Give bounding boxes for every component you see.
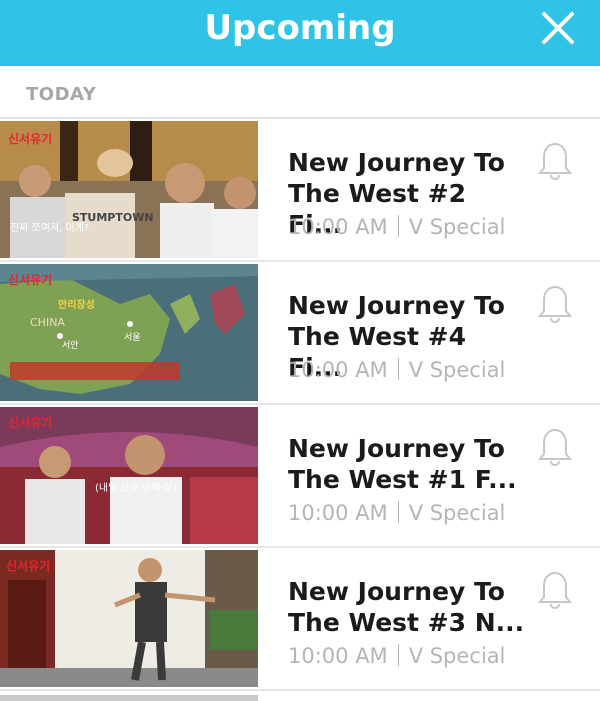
episode-list: 신서유기 STUMPTOWN 진짜 쪼여져, 이게? New Journey T… [0,119,600,691]
section-label-today: TODAY [26,84,97,105]
thumb-caption: (내일 오래 안뻑 살) [95,482,177,494]
close-icon [542,12,574,44]
reminder-button[interactable] [537,284,573,324]
bell-icon [537,285,573,324]
episode-meta: 10:00 AM V Special [288,215,505,239]
episode-thumbnail[interactable]: 신서유기 [0,550,258,687]
next-thumbnail-partial [0,695,258,701]
episode-channel: V Special [408,644,506,668]
episode-time: 10:00 AM [288,358,388,382]
episode-thumbnail[interactable]: 신서유기 (내일 오래 안뻑 살) [0,407,258,544]
episode-title-line1: New Journey To [288,291,505,320]
episode-title-line2: The West #3 N... [288,608,525,637]
thumb-map-banner: 만리장성 [58,298,95,311]
episode-time: 10:00 AM [288,644,388,668]
episode-channel: V Special [408,358,506,382]
episode-meta: 10:00 AM V Special [288,501,505,525]
thumb-logo: 신서유기 [8,131,52,146]
list-item[interactable]: 신서유기 STUMPTOWN 진짜 쪼여져, 이게? New Journey T… [0,119,600,262]
episode-title-line1: New Journey To [288,434,505,463]
episode-time: 10:00 AM [288,215,388,239]
reminder-button[interactable] [537,427,573,467]
thumb-logo: 신서유기 [8,272,52,287]
meta-separator [397,358,399,380]
list-item[interactable]: 신서유기 New Journey To The West #3 N... 10:… [0,548,600,691]
thumb-caption: 진짜 쪼여져, 이게? [10,222,89,234]
episode-meta: 10:00 AM V Special [288,644,505,668]
thumb-map-city1: 서안 [62,340,79,351]
episode-thumbnail[interactable]: 신서유기 CHINA 서안 서울 만리장성 [0,264,258,401]
meta-separator [397,215,399,237]
episode-thumbnail[interactable]: 신서유기 STUMPTOWN 진짜 쪼여져, 이게? [0,121,258,258]
close-button[interactable] [536,6,580,50]
thumb-logo: 신서유기 [8,415,52,430]
thumb-map-city2: 서울 [124,332,141,343]
thumb-map-label: CHINA [30,316,65,329]
episode-channel: V Special [408,501,506,525]
episode-title[interactable]: New Journey To The West #1 F... [288,433,528,495]
meta-separator [397,501,399,523]
list-item[interactable]: 신서유기 CHINA 서안 서울 만리장성 New Journey To The… [0,262,600,405]
episode-title-line1: New Journey To [288,148,505,177]
episode-meta: 10:00 AM V Special [288,358,505,382]
episode-title-line2: The West #1 F... [288,465,517,494]
thumb-logo: 신서유기 [6,558,50,573]
episode-time: 10:00 AM [288,501,388,525]
bell-icon [537,428,573,467]
episode-title[interactable]: New Journey To The West #3 N... [288,576,528,638]
episode-title-line1: New Journey To [288,577,505,606]
page-title: Upcoming [204,8,396,48]
meta-separator [397,644,399,666]
reminder-button[interactable] [537,570,573,610]
bell-icon [537,571,573,610]
bell-icon [537,142,573,181]
reminder-button[interactable] [537,141,573,181]
list-item[interactable]: 신서유기 (내일 오래 안뻑 살) New Journey To The Wes… [0,405,600,548]
episode-channel: V Special [408,215,506,239]
top-bar: Upcoming [0,0,600,66]
